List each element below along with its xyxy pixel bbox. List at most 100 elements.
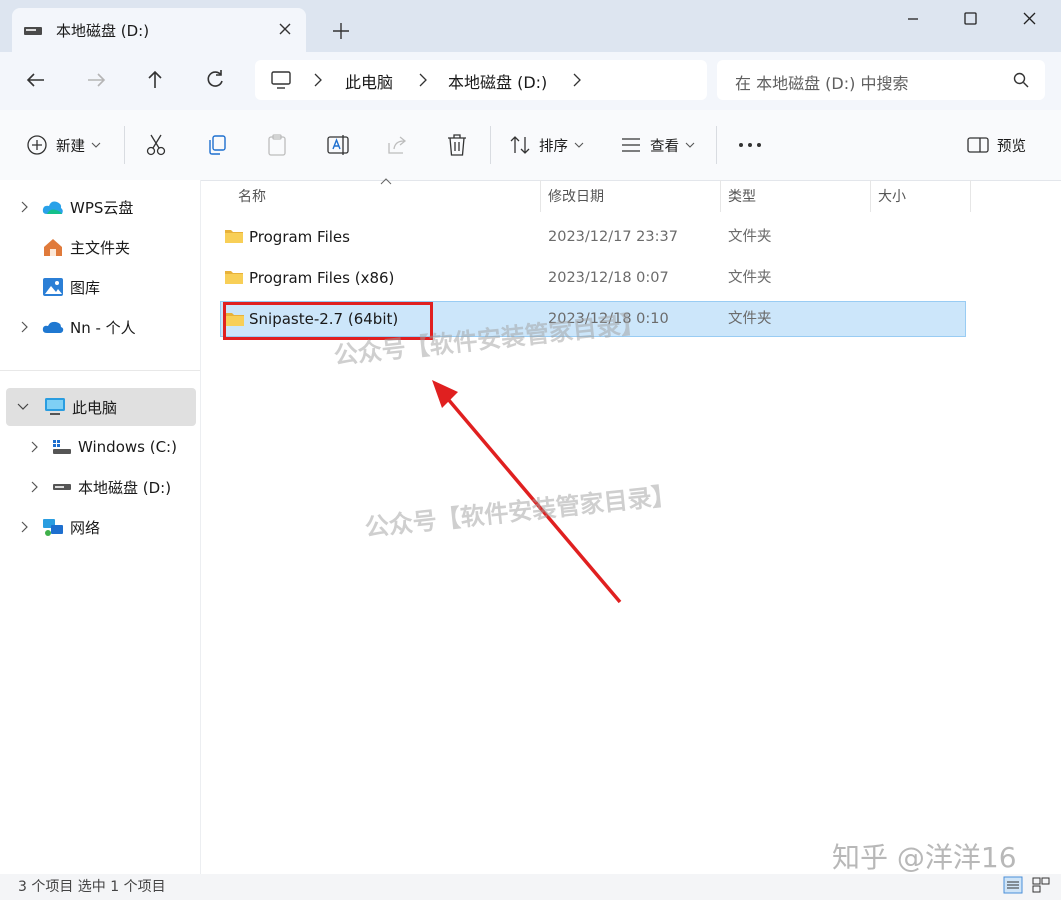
sidebar-item-windows-c[interactable]: Windows (C:) [0, 430, 200, 464]
preview-label: 预览 [997, 138, 1026, 155]
home-icon [42, 237, 64, 257]
column-divider[interactable] [720, 180, 721, 212]
onedrive-icon [42, 320, 64, 334]
sidebar-item-this-pc[interactable]: 此电脑 [6, 388, 196, 426]
this-pc-icon [44, 397, 66, 417]
share-icon[interactable] [386, 131, 408, 159]
sort-button[interactable]: 排序 [509, 131, 584, 159]
sidebar-item-label: 图库 [70, 278, 101, 297]
sidebar-divider [0, 370, 200, 371]
chevron-down-icon [685, 141, 695, 149]
delete-icon[interactable] [446, 131, 468, 159]
copy-icon[interactable] [206, 131, 228, 159]
status-text: 3 个项目 选中 1 个项目 [18, 879, 166, 895]
view-button[interactable]: 查看 [620, 131, 695, 159]
column-header-size[interactable]: 大小 [878, 186, 906, 206]
maximize-icon[interactable] [956, 8, 986, 30]
chevron-down-icon[interactable] [16, 400, 30, 414]
chevron-right-icon[interactable] [18, 520, 32, 534]
column-header-modified[interactable]: 修改日期 [548, 186, 604, 206]
gallery-icon [42, 277, 64, 297]
drive-icon [24, 27, 42, 35]
breadcrumb-chevron-icon [418, 73, 428, 87]
chevron-down-icon [574, 141, 584, 149]
new-label: 新建 [56, 138, 85, 155]
chevron-right-icon[interactable] [18, 200, 32, 214]
file-row-program-files-x86[interactable]: Program Files (x86) 2023/12/18 0:07 文件夹 [220, 260, 966, 296]
drive-c-icon [52, 439, 72, 455]
search-placeholder: 在 本地磁盘 (D:) 中搜索 [735, 74, 909, 93]
minimize-icon[interactable] [898, 8, 928, 30]
column-divider[interactable] [540, 180, 541, 212]
wps-cloud-icon [42, 199, 64, 215]
sidebar-item-onedrive-personal[interactable]: Nn - 个人 [0, 310, 200, 344]
breadcrumb-local-disk-d[interactable]: 本地磁盘 (D:) [448, 69, 547, 93]
sidebar-item-label: 网络 [70, 518, 101, 537]
tiles-view-icon[interactable] [1031, 876, 1051, 894]
file-modified: 2023/12/17 23:37 [548, 229, 678, 245]
sort-ascending-icon [380, 178, 392, 185]
sidebar-item-home[interactable]: 主文件夹 [0, 230, 200, 264]
folder-icon [224, 228, 244, 244]
sort-label: 排序 [539, 138, 568, 155]
new-button[interactable]: 新建 [26, 131, 101, 159]
column-divider[interactable] [870, 180, 871, 212]
file-type: 文件夹 [728, 229, 772, 245]
divider [716, 126, 717, 164]
cut-icon[interactable] [145, 131, 167, 159]
breadcrumb-chevron-icon [313, 73, 323, 87]
view-icon [620, 135, 642, 155]
rename-icon[interactable] [326, 131, 350, 159]
paste-icon[interactable] [266, 131, 288, 159]
sidebar-item-network[interactable]: 网络 [0, 510, 200, 544]
computer-icon [271, 70, 291, 90]
search-icon [1013, 72, 1029, 88]
sidebar-item-label: 此电脑 [72, 398, 118, 417]
status-bar: 3 个项目 选中 1 个项目 [0, 874, 1061, 900]
up-icon[interactable] [141, 66, 169, 94]
breadcrumb-this-pc[interactable]: 此电脑 [345, 69, 393, 93]
brand-watermark: 知乎 @洋洋16 [832, 841, 1017, 874]
drive-d-icon [52, 482, 72, 492]
close-icon[interactable] [1015, 8, 1045, 30]
column-divider[interactable] [970, 180, 971, 212]
sidebar-item-label: WPS云盘 [70, 198, 134, 217]
refresh-icon[interactable] [201, 66, 229, 94]
breadcrumb-chevron-icon[interactable] [572, 73, 582, 87]
sidebar-item-label: Windows (C:) [78, 438, 177, 456]
divider [490, 126, 491, 164]
sidebar-item-label: 主文件夹 [70, 238, 131, 257]
view-label: 查看 [650, 138, 679, 155]
column-header-type[interactable]: 类型 [728, 186, 756, 206]
preview-pane-icon [967, 136, 989, 154]
add-icon [26, 134, 48, 156]
sidebar-item-label: Nn - 个人 [70, 318, 136, 337]
new-tab-icon[interactable] [330, 20, 352, 42]
file-type: 文件夹 [728, 270, 772, 286]
more-icon[interactable] [738, 131, 762, 159]
details-view-icon[interactable] [1003, 876, 1023, 894]
forward-icon[interactable] [82, 66, 110, 94]
sidebar-item-gallery[interactable]: 图库 [0, 270, 200, 304]
tab-close-icon[interactable] [276, 20, 294, 38]
file-name: Program Files (x86) [249, 269, 395, 287]
tab-local-disk-d[interactable]: 本地磁盘 (D:) [12, 8, 306, 52]
folder-icon [224, 269, 244, 285]
back-icon[interactable] [22, 66, 50, 94]
chevron-right-icon[interactable] [18, 320, 32, 334]
file-modified: 2023/12/18 0:07 [548, 270, 669, 286]
search-input[interactable]: 在 本地磁盘 (D:) 中搜索 [717, 60, 1045, 100]
sort-icon [509, 134, 531, 156]
sidebar-item-wps-cloud[interactable]: WPS云盘 [0, 190, 200, 224]
chevron-right-icon[interactable] [28, 480, 42, 494]
preview-button[interactable]: 预览 [967, 131, 1026, 159]
column-header-name[interactable]: 名称 [238, 186, 266, 206]
network-icon [42, 517, 64, 537]
chevron-right-icon[interactable] [28, 440, 42, 454]
file-row-program-files[interactable]: Program Files 2023/12/17 23:37 文件夹 [220, 219, 966, 255]
divider [124, 126, 125, 164]
address-bar[interactable]: 此电脑 本地磁盘 (D:) [255, 60, 707, 100]
sidebar-item-label: 本地磁盘 (D:) [78, 478, 172, 497]
sidebar-item-local-disk-d[interactable]: 本地磁盘 (D:) [0, 470, 200, 504]
chevron-down-icon [91, 141, 101, 149]
